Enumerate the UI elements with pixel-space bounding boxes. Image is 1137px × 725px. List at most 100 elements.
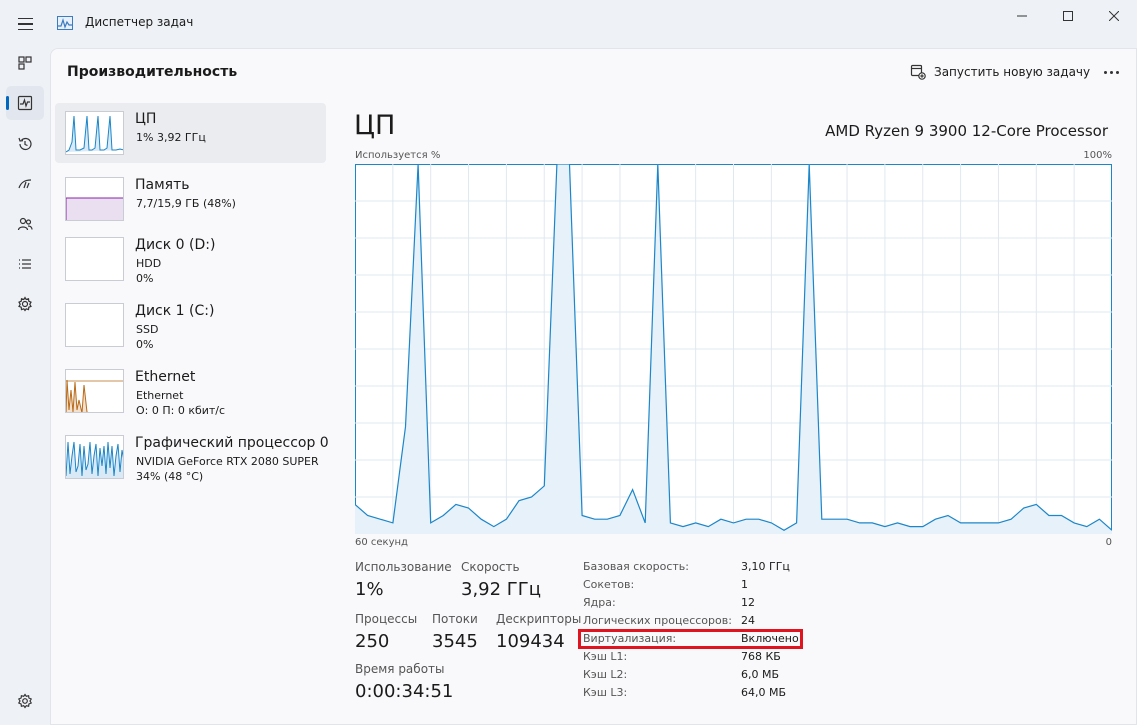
performance-icon: [17, 95, 33, 111]
run-new-task-button[interactable]: Запустить новую задачу: [910, 61, 1090, 83]
device-name: Диск 0 (D:): [135, 237, 216, 253]
more-dot: [1115, 70, 1119, 74]
chart-y-label: Используется %: [355, 150, 441, 161]
spec-value: 12: [741, 596, 755, 609]
cpu-usage-chart: [355, 164, 1112, 534]
spec-key: Кэш L2:: [583, 668, 628, 681]
processes-icon: [18, 56, 32, 70]
nav-performance[interactable]: [6, 86, 44, 120]
ethernet-mini-graph: [66, 379, 123, 412]
device-detail: SSD: [136, 323, 159, 336]
disk0-thumbnail: [65, 237, 124, 281]
menu-line: [17, 23, 33, 25]
spec-value: 6,0 МБ: [741, 668, 780, 681]
virtualization-highlight-box: [578, 629, 803, 649]
hamburger-menu-button[interactable]: [10, 10, 40, 38]
details-icon: [19, 259, 31, 269]
window-title: Диспетчер задач: [85, 15, 194, 29]
run-new-task-label: Запустить новую задачу: [934, 65, 1091, 79]
spec-key: Кэш L1:: [583, 650, 628, 663]
spec-value: 768 КБ: [741, 650, 781, 663]
device-throughput: О: 0 П: 0 кбит/с: [136, 404, 226, 417]
title-bar: Диспетчер задач: [0, 0, 1137, 48]
more-dot: [1103, 70, 1107, 74]
chart-x-label: 60 секунд: [355, 537, 408, 548]
spec-value: 3,10 ГГц: [741, 560, 790, 573]
nav-startup-apps[interactable]: [6, 167, 44, 201]
settings-icon: [17, 693, 33, 709]
chart-grid: [355, 164, 1112, 534]
memory-thumbnail: [65, 177, 124, 221]
usage-label: Использование: [355, 560, 452, 574]
device-ethernet[interactable]: Ethernet Ethernet О: 0 П: 0 кбит/с: [55, 361, 326, 421]
task-manager-app-icon: [57, 16, 73, 30]
memory-mini-graph: [66, 197, 123, 220]
nav-processes[interactable]: [6, 46, 44, 80]
device-name: Память: [135, 177, 190, 193]
spec-value: 64,0 МБ: [741, 686, 787, 699]
maximize-button[interactable]: [1045, 0, 1091, 32]
disk1-thumbnail: [65, 303, 124, 347]
processes-value: 250: [355, 631, 390, 652]
nav-services[interactable]: [6, 287, 44, 321]
device-gpu-0[interactable]: Графический процессор 0 NVIDIA GeForce R…: [55, 427, 329, 487]
uptime-label: Время работы: [355, 662, 445, 676]
device-detail: HDD: [136, 257, 162, 270]
spec-key: Сокетов:: [583, 578, 635, 591]
handles-label: Дескрипторы: [496, 612, 582, 626]
device-usage: 34% (48 °C): [136, 470, 204, 483]
device-cpu[interactable]: ЦП 1% 3,92 ГГц: [55, 103, 326, 163]
cpu-mini-graph: [66, 115, 123, 153]
usage-value: 1%: [355, 579, 384, 600]
device-memory[interactable]: Память 7,7/15,9 ГБ (48%): [55, 169, 326, 229]
device-name: ЦП: [135, 111, 157, 127]
more-options-button[interactable]: [1096, 59, 1126, 85]
nav-app-history[interactable]: [6, 127, 44, 161]
menu-line: [17, 17, 33, 20]
speed-label: Скорость: [461, 560, 520, 574]
handles-value: 109434: [496, 631, 565, 652]
device-detail: 1% 3,92 ГГц: [136, 131, 206, 144]
more-dot: [1109, 70, 1113, 74]
device-disk-0[interactable]: Диск 0 (D:) HDD 0%: [55, 229, 326, 289]
nav-settings[interactable]: [12, 688, 38, 714]
app-history-icon: [18, 137, 32, 151]
device-detail: NVIDIA GeForce RTX 2080 SUPER: [136, 455, 319, 468]
device-name: Ethernet: [135, 369, 196, 385]
device-usage: 0%: [136, 338, 154, 351]
menu-line: [17, 28, 33, 31]
spec-key: Ядра:: [583, 596, 616, 609]
page-title: Производительность: [67, 64, 238, 80]
threads-label: Потоки: [432, 612, 478, 626]
spec-value: 24: [741, 614, 755, 627]
spec-key: Базовая скорость:: [583, 560, 689, 573]
gpu-mini-graph: [66, 441, 123, 478]
close-button[interactable]: [1091, 0, 1137, 32]
nav-users[interactable]: [6, 207, 44, 241]
device-detail: 7,7/15,9 ГБ (48%): [136, 197, 236, 210]
device-detail: Ethernet: [136, 389, 184, 402]
device-usage: 0%: [136, 272, 154, 285]
spec-key: Кэш L3:: [583, 686, 628, 699]
startup-apps-icon: [18, 179, 32, 189]
spec-value: 1: [741, 578, 748, 591]
uptime-value: 0:00:34:51: [355, 681, 454, 702]
threads-value: 3545: [432, 631, 478, 652]
device-name: Графический процессор 0: [135, 435, 329, 451]
chart-x-min-label: 0: [1105, 537, 1112, 548]
cpu-heading: ЦП: [354, 110, 396, 141]
chart-y-max-label: 100%: [1083, 150, 1112, 161]
device-disk-1[interactable]: Диск 1 (C:) SSD 0%: [55, 295, 326, 355]
new-task-icon: [910, 64, 926, 80]
minimize-button[interactable]: [999, 0, 1045, 32]
ethernet-thumbnail: [65, 369, 124, 413]
maximize-icon: [1063, 11, 1073, 21]
minimize-icon: [1017, 15, 1027, 17]
speed-value: 3,92 ГГц: [461, 579, 542, 600]
processes-label: Процессы: [355, 612, 418, 626]
services-icon: [18, 296, 32, 312]
gpu-thumbnail: [65, 435, 124, 479]
spec-key: Логических процессоров:: [583, 614, 732, 627]
nav-details[interactable]: [6, 247, 44, 281]
cpu-thumbnail: [65, 111, 124, 155]
